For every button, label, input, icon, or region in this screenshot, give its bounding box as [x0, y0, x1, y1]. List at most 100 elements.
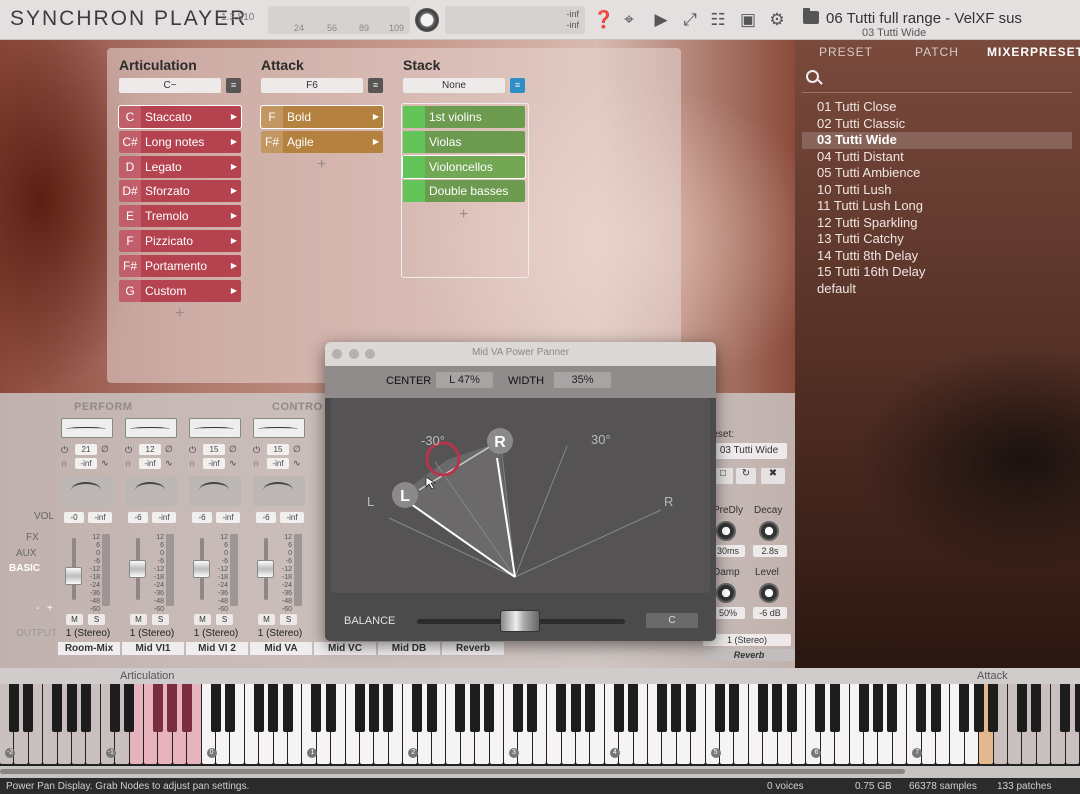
- black-key[interactable]: [656, 684, 667, 732]
- attack-key-select[interactable]: F6: [261, 78, 363, 93]
- mute-button[interactable]: M: [66, 614, 83, 625]
- balance-slider-thumb[interactable]: [500, 610, 540, 632]
- power-icon[interactable]: ⏻: [125, 445, 132, 456]
- preset-item[interactable]: 12 Tutti Sparkling: [802, 215, 1072, 232]
- black-key[interactable]: [253, 684, 264, 732]
- articulation-item[interactable]: F# Portamento ▶: [119, 254, 241, 277]
- articulation-item[interactable]: D Legato ▶: [119, 155, 241, 178]
- stack-select[interactable]: None: [403, 78, 505, 93]
- black-key[interactable]: [556, 684, 567, 732]
- power-icon[interactable]: ⏻: [61, 445, 68, 456]
- remove-channel-button[interactable]: -: [36, 603, 39, 614]
- black-key[interactable]: [584, 684, 595, 732]
- eq-display[interactable]: [125, 418, 177, 438]
- black-key[interactable]: [786, 684, 797, 732]
- preset-item[interactable]: 02 Tutti Classic: [802, 116, 1072, 133]
- channel-output[interactable]: 1 (Stereo): [58, 628, 118, 639]
- resize-icon[interactable]: ⤢: [680, 10, 700, 30]
- add-attack-button[interactable]: +: [317, 156, 326, 174]
- pan-display[interactable]: [253, 476, 305, 506]
- black-key[interactable]: [829, 684, 840, 732]
- channel-attenuation[interactable]: -inf: [75, 458, 97, 469]
- preset-item[interactable]: 10 Tutti Lush: [802, 182, 1072, 199]
- black-key[interactable]: [484, 684, 495, 732]
- preset-item[interactable]: 01 Tutti Close: [802, 99, 1072, 116]
- black-key[interactable]: [52, 684, 63, 732]
- channel-delay-value[interactable]: 15: [267, 444, 289, 455]
- eq-display[interactable]: [189, 418, 241, 438]
- stack-item[interactable]: Violas: [403, 130, 525, 153]
- piano-keyboard[interactable]: -2 -1 0 1 2 3 4 5 6 7: [0, 684, 1080, 766]
- gear-icon[interactable]: ⚙: [767, 10, 787, 30]
- add-channel-button[interactable]: +: [47, 603, 53, 614]
- articulation-item[interactable]: F Pizzicato ▶: [119, 229, 241, 252]
- eq-display[interactable]: [253, 418, 305, 438]
- preset-item[interactable]: 13 Tutti Catchy: [802, 231, 1072, 248]
- channel-name[interactable]: Mid VC: [314, 642, 376, 655]
- power-icon[interactable]: ⏻: [253, 445, 260, 456]
- pan-display[interactable]: [125, 476, 177, 506]
- channel-name[interactable]: Mid VA: [250, 642, 312, 655]
- black-key[interactable]: [772, 684, 783, 732]
- black-key[interactable]: [887, 684, 898, 732]
- black-key[interactable]: [311, 684, 322, 732]
- preset-item[interactable]: 04 Tutti Distant: [802, 149, 1072, 166]
- black-key[interactable]: [124, 684, 135, 732]
- black-key[interactable]: [872, 684, 883, 732]
- power-icon[interactable]: ⏻: [189, 445, 196, 456]
- channel-output[interactable]: 1 (Stereo): [186, 628, 246, 639]
- channel-name[interactable]: Mid VI 2: [186, 642, 248, 655]
- black-key[interactable]: [282, 684, 293, 732]
- black-key[interactable]: [268, 684, 279, 732]
- mute-button[interactable]: M: [130, 614, 147, 625]
- attack-item[interactable]: F# Agile ▶: [261, 130, 383, 153]
- volume-value[interactable]: -6: [256, 512, 276, 523]
- black-key[interactable]: [815, 684, 826, 732]
- preset-item[interactable]: 05 Tutti Ambience: [802, 165, 1072, 182]
- black-key[interactable]: [8, 684, 19, 732]
- channel-name[interactable]: Mid DB: [378, 642, 440, 655]
- tab-patch[interactable]: PATCH: [915, 45, 959, 59]
- black-key[interactable]: [1060, 684, 1071, 732]
- black-key[interactable]: [80, 684, 91, 732]
- preset-item[interactable]: default: [802, 281, 1072, 298]
- black-key[interactable]: [757, 684, 768, 732]
- black-key[interactable]: [512, 684, 523, 732]
- channel-output[interactable]: 1 (Stereo): [122, 628, 182, 639]
- search-icon[interactable]: [806, 70, 819, 83]
- black-key[interactable]: [714, 684, 725, 732]
- black-key[interactable]: [383, 684, 394, 732]
- articulation-item[interactable]: D# Sforzato ▶: [119, 180, 241, 203]
- articulation-item[interactable]: G Custom ▶: [119, 279, 241, 302]
- balance-value[interactable]: C: [646, 613, 698, 628]
- folder-icon[interactable]: [803, 8, 819, 24]
- black-key[interactable]: [224, 684, 235, 732]
- wave-icon[interactable]: ∿: [229, 458, 237, 469]
- black-key[interactable]: [527, 684, 538, 732]
- layers-icon[interactable]: ≡: [226, 78, 241, 93]
- layers-icon[interactable]: ≡: [510, 78, 525, 93]
- black-key[interactable]: [671, 684, 682, 732]
- fader-handle[interactable]: [129, 560, 146, 578]
- aux-tab[interactable]: AUX: [16, 548, 37, 559]
- phase-icon[interactable]: ∅: [293, 444, 301, 455]
- chip-icon[interactable]: ▣: [738, 10, 758, 30]
- headphones-icon[interactable]: ∩: [189, 458, 195, 468]
- black-key[interactable]: [109, 684, 120, 732]
- center-value[interactable]: L 47%: [436, 372, 493, 388]
- black-key[interactable]: [455, 684, 466, 732]
- channel-name[interactable]: Reverb: [442, 642, 504, 655]
- reverb-output[interactable]: 1 (Stereo): [703, 634, 791, 646]
- black-key[interactable]: [1016, 684, 1027, 732]
- fader-handle[interactable]: [65, 567, 82, 585]
- stack-item[interactable]: Double basses: [403, 180, 525, 203]
- black-key[interactable]: [1031, 684, 1042, 732]
- black-key[interactable]: [354, 684, 365, 732]
- play-icon[interactable]: ▶: [651, 10, 671, 30]
- eq-display[interactable]: [61, 418, 113, 438]
- reverb-preset-select[interactable]: 03 Tutti Wide: [711, 443, 787, 459]
- solo-button[interactable]: S: [280, 614, 297, 625]
- tab-preset[interactable]: PRESET: [819, 45, 873, 59]
- black-key[interactable]: [916, 684, 927, 732]
- solo-button[interactable]: S: [152, 614, 169, 625]
